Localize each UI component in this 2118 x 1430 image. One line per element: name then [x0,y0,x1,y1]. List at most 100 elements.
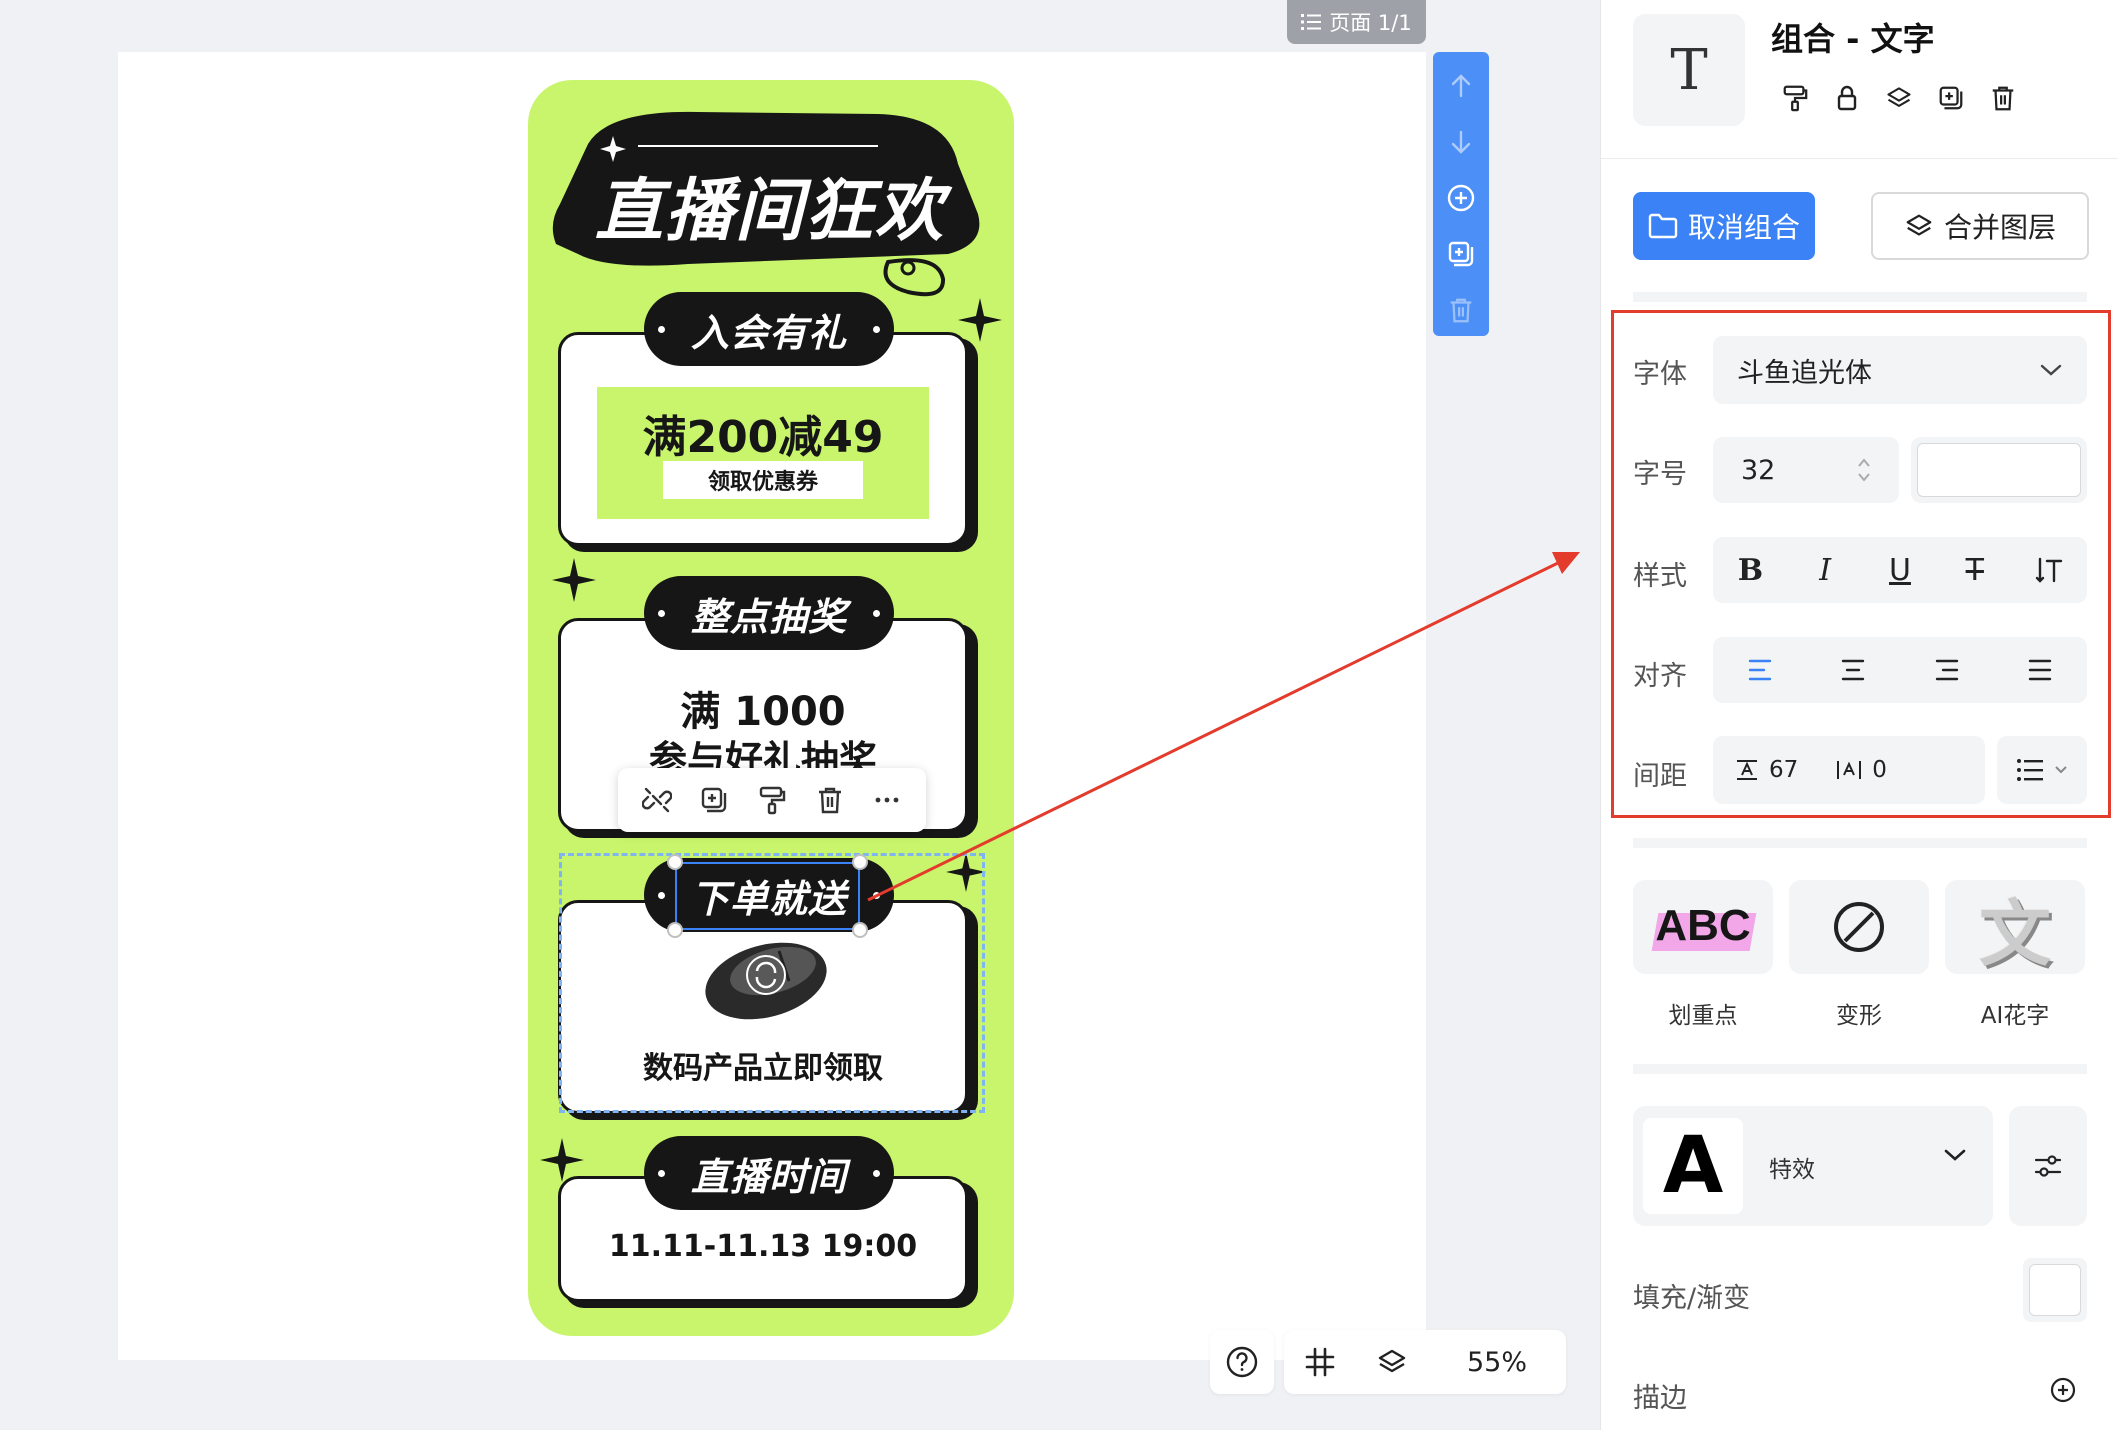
adjust-sliders-icon[interactable] [2009,1106,2087,1226]
editor-workspace: 页面 1/1 直播间狂欢 满200减49 领取优惠券 入会有礼 满 1000 参… [0,0,1600,1430]
ai-wordart-icon[interactable]: 文 [1945,880,2085,976]
letter-spacing-icon [1837,761,1862,779]
zoom-level[interactable]: 55% [1428,1347,1566,1378]
lock-icon[interactable] [1831,82,1863,114]
align-center-icon[interactable] [1829,646,1877,694]
text-selection-box[interactable] [675,862,860,930]
card-tag[interactable]: 直播时间 [644,1136,894,1210]
font-family-select[interactable]: 斗鱼追光体 [1713,336,2087,404]
section-separator [1633,838,2087,848]
layers-icon [1906,214,1932,236]
floating-toolbar [618,768,926,832]
more-icon[interactable] [867,780,907,820]
line-spacing-input[interactable]: 67 [1735,757,1798,783]
plus-circle-icon[interactable] [1441,174,1481,222]
underline-icon[interactable]: U [1876,546,1924,594]
plus-circle-icon[interactable] [2049,1376,2077,1404]
text-type-icon: T [1633,14,1745,126]
section-separator [1633,1064,2087,1074]
properties-panel: T 组合 - 文字 取消组合 合并图层 字体 斗鱼追光体 字号 32 样式 B … [1600,0,2118,1430]
grid-icon[interactable] [1284,1330,1356,1394]
poster-design[interactable]: 直播间狂欢 满200减49 领取优惠券 入会有礼 满 1000 参与好礼抽奖 整… [528,80,1014,1336]
format-brush-icon[interactable] [752,780,792,820]
layers-icon[interactable] [1356,1330,1428,1394]
text-effect-select[interactable]: A 特效 [1633,1106,1993,1226]
forbidden-circle-icon[interactable] [1789,880,1929,974]
strikethrough-icon[interactable]: T [1951,546,1999,594]
card-tag[interactable]: 入会有礼 [644,292,894,366]
chevron-down-icon [2055,766,2067,774]
text-align-group [1713,637,2087,703]
folder-icon [1648,213,1678,239]
page-indicator[interactable]: 页面 1/1 [1287,0,1426,44]
font-label: 字体 [1633,359,1687,390]
resize-handle-top-right[interactable] [852,854,868,870]
coupon-ticket[interactable]: 满200减49 领取优惠券 [597,387,929,519]
element-actions [1779,82,2019,114]
merge-layers-button[interactable]: 合并图层 [1871,192,2089,260]
bold-icon[interactable]: B [1726,546,1774,594]
ungroup-button[interactable]: 取消组合 [1633,192,1815,260]
italic-icon[interactable]: I [1801,546,1849,594]
effect-label: 特效 [1769,1157,1815,1183]
panel-title: 组合 - 文字 [1771,20,1935,58]
sparkle-icon [552,558,596,602]
resize-handle-top-left[interactable] [667,854,683,870]
align-label: 对齐 [1633,661,1687,692]
stroke-label: 描边 [1633,1383,1687,1414]
effect-label: 变形 [1836,1003,1882,1029]
trash-icon[interactable] [810,780,850,820]
spacing-label: 间距 [1633,761,1687,792]
trash-icon[interactable] [1987,82,2019,114]
align-right-icon[interactable] [1923,646,1971,694]
copy-add-icon[interactable] [1441,230,1481,278]
coupon-amount: 满200减49 [642,412,884,463]
unlink-icon[interactable] [637,780,677,820]
list-icon [1301,13,1322,31]
effect-label: AI花字 [1980,1003,2050,1029]
resize-handle-bottom-left[interactable] [667,922,683,938]
layers-icon[interactable] [1883,82,1915,114]
letter-spacing-input[interactable]: 0 [1836,757,1887,783]
arrow-up-icon[interactable] [1441,62,1481,110]
live-time-text: 11.11-11.13 19:00 [608,1229,918,1264]
page-indicator-label: 页面 1/1 [1329,11,1412,35]
headline-text[interactable]: 直播间狂欢 [554,178,986,246]
fill-color-swatch[interactable] [2023,1258,2087,1322]
format-brush-icon[interactable] [1779,82,1811,114]
trash-icon[interactable] [1441,286,1481,334]
copy-add-icon[interactable] [694,780,734,820]
effect-preview: A [1643,1118,1743,1214]
canvas-controls: 55% [1284,1330,1566,1394]
card-tag[interactable]: 整点抽奖 [644,576,894,650]
layer-order-toolbar [1433,52,1489,336]
help-icon[interactable] [1210,1330,1274,1394]
highlight-abc-icon[interactable]: ABC [1633,880,1773,974]
spacing-controls: 67 0 [1713,736,1985,804]
draw-description: 参与好礼抽奖 [648,738,877,769]
divider [1601,158,2118,159]
vertical-text-icon[interactable] [2026,546,2074,594]
sparkle-icon [958,298,1002,342]
section-separator [1633,292,2087,302]
arrow-down-icon[interactable] [1441,118,1481,166]
align-justify-icon[interactable] [2016,646,2064,694]
resize-handle-bottom-right[interactable] [852,922,868,938]
style-label: 样式 [1633,561,1687,592]
size-label: 字号 [1633,459,1687,490]
copy-add-icon[interactable] [1935,82,1967,114]
headline-banner[interactable]: 直播间狂欢 [548,104,992,304]
list-icon [2017,759,2043,781]
stepper-arrows-icon[interactable] [1857,455,1871,485]
chevron-down-icon [2040,364,2062,376]
fill-label: 填充/渐变 [1633,1283,1751,1314]
align-left-icon[interactable] [1736,646,1784,694]
line-height-icon [1737,760,1757,780]
text-color-swatch[interactable] [1911,437,2087,503]
coupon-claim-button[interactable]: 领取优惠券 [663,461,863,499]
text-style-group: B I U T [1713,537,2087,603]
chevron-down-icon [1944,1149,1966,1161]
effect-label: 划重点 [1668,1003,1738,1029]
list-style-dropdown[interactable] [1997,736,2087,804]
font-size-stepper[interactable]: 32 [1713,437,1899,503]
